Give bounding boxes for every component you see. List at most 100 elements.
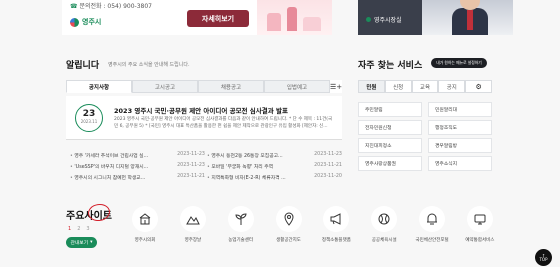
service-item[interactable]: 경우알림방 xyxy=(428,138,492,153)
city-info-card: ☎ 문의전화 : 054) 900-3807 영주시 자세히보기 xyxy=(62,0,332,35)
site-link[interactable]: 공공체육시설 xyxy=(364,206,404,243)
phone-info: ☎ 문의전화 : 054) 900-3807 xyxy=(70,1,152,10)
site-link[interactable]: 농업기술센터 xyxy=(221,206,261,243)
region-select-label: 관내보기 xyxy=(70,241,89,246)
services-title: 자주 찾는 서비스 xyxy=(358,61,423,71)
list-item-title: 영주시의 시그니처 참예헌 학생교... xyxy=(70,174,145,185)
building-icon xyxy=(132,206,158,232)
more-details-button[interactable]: 자세히보기 xyxy=(187,10,249,27)
tab-announcements[interactable]: 고시공고 xyxy=(132,80,198,93)
list-item-title: 지역특화형 비자(E-2-R) 체류자격 ... xyxy=(207,174,285,185)
list-item-date: 2023-11-21 xyxy=(314,163,342,168)
featured-year-month: 2023.11 xyxy=(80,119,98,124)
featured-title[interactable]: 2023 영주시 국민·공무원 제안 아이디어 공모전 심사결과 발표 xyxy=(114,105,288,115)
site-label: 영주시의회 xyxy=(134,238,156,243)
phone-label: 문의전화 : 054) 900-3807 xyxy=(79,3,152,10)
gear-icon: ⚙ xyxy=(475,82,482,91)
list-item-title: 영주시 동천2동 26통장 모집공고... xyxy=(207,152,282,163)
region-select-button[interactable]: 관내보기 ▾ xyxy=(66,237,97,248)
service-item[interactable]: 영주소식지 xyxy=(428,156,492,171)
tab-civil[interactable]: 민원 xyxy=(358,80,385,93)
megaphone-icon xyxy=(323,206,350,232)
list-item[interactable]: 영주 '카세라 추석이브 건립사업 실... 2023-11-23 xyxy=(70,152,205,163)
mountain-icon xyxy=(179,206,206,232)
featured-notice[interactable]: 23 2023.11 2023 영주시 국민·공무원 제안 아이디어 공모전 심… xyxy=(66,96,342,140)
notice-tabs: 공지사항 고시공고 채용공고 입법예고 ☰+ xyxy=(66,80,342,93)
site-label: 예약통합서비스 xyxy=(465,238,495,243)
service-item[interactable]: 전자민원신청 xyxy=(358,120,422,135)
list-item[interactable]: 영주시의 시그니처 참예헌 학생교... 2023-11-21 xyxy=(70,174,205,185)
list-item-date: 2023-11-20 xyxy=(314,174,342,179)
site-label: 국민체산안전포털 xyxy=(415,238,449,243)
mayor-panel: 영주시장실 xyxy=(358,0,422,35)
top-label: TOP xyxy=(539,256,548,262)
tab-recruitment[interactable]: 채용공고 xyxy=(198,80,264,93)
city-emblem-icon xyxy=(70,17,79,27)
site-label: 생활공간지도 xyxy=(276,238,301,243)
site-link[interactable]: 정책소통플랫폼 xyxy=(316,206,356,243)
list-item[interactable]: 'UseSSP'의 바우처 디지털 양재시... 2023-11-23 xyxy=(70,163,205,174)
list-item-date: 2023-11-23 xyxy=(177,152,205,157)
list-item[interactable]: 모바일 '무궁화 녹향' 처리 주역 2023-11-21 xyxy=(207,163,342,174)
sprout-icon xyxy=(227,206,254,232)
site-link[interactable]: 영주시의회 xyxy=(125,206,165,243)
customize-menu-button[interactable]: 내가 원하는 메뉴로 설정하기 xyxy=(431,58,487,68)
more-list-icon[interactable]: ☰+ xyxy=(330,80,342,93)
main-site-list: 영주시의회 영주장날 농업기술센터 생활공간지도 정책소통플랫폼 공공체육시설 xyxy=(125,206,500,243)
site-pager: 1 2 3 xyxy=(68,226,90,232)
list-item[interactable]: 영주시 동천2동 26통장 모집공고... 2023-11-23 xyxy=(207,152,342,163)
list-item-title: 모바일 '무궁화 녹향' 처리 주역 xyxy=(207,163,273,174)
scroll-top-button[interactable]: ↑ TOP xyxy=(535,249,552,266)
list-item-title: 'UseSSP'의 바우처 디지털 양재시... xyxy=(70,163,148,174)
site-link[interactable]: 생활공간지도 xyxy=(269,206,309,243)
tab-education[interactable]: 교육 xyxy=(411,80,439,93)
pager-3[interactable]: 3 xyxy=(86,226,89,232)
settings-tab[interactable]: ⚙ xyxy=(465,80,492,93)
featured-day: 23 xyxy=(82,109,96,119)
service-item[interactable]: 행정조직도 xyxy=(428,120,492,135)
mayor-photo xyxy=(422,0,513,35)
list-item-date: 2023-11-23 xyxy=(314,152,342,157)
mayor-office-link[interactable]: 영주시장실 xyxy=(366,15,402,24)
notices-title: 알립니다 xyxy=(66,61,100,71)
featured-date: 23 2023.11 xyxy=(75,104,103,132)
site-label: 공공체육시설 xyxy=(371,238,397,243)
mayor-office-label: 영주시장실 xyxy=(374,17,402,24)
tab-notices[interactable]: 공지사항 xyxy=(66,80,132,93)
list-item-title: 영주 '카세라 추석이브 건립사업 실... xyxy=(70,152,148,163)
site-link[interactable]: 영주장날 xyxy=(173,206,213,243)
site-label: 영주장날 xyxy=(184,238,202,243)
service-item[interactable]: 지진대피정소 xyxy=(358,138,422,153)
pager-1[interactable]: 1 xyxy=(68,226,71,232)
tab-legislation[interactable]: 입법예고 xyxy=(264,80,330,93)
service-item[interactable]: 민원알리대 xyxy=(428,102,492,117)
banner-illustration xyxy=(257,0,332,35)
list-item-date: 2023-11-23 xyxy=(177,163,205,168)
featured-body: 2023 영주시 국민·공무원 제안 아이디어 공모전 심사결과를 다음과 같이… xyxy=(114,117,333,129)
site-label: 농업기술센터 xyxy=(228,238,254,243)
service-item[interactable]: 영주사랑상품권 xyxy=(358,156,422,171)
notices-subtitle: 영주시의 주요 소식을 안내해 드립니다. xyxy=(108,62,190,68)
site-link[interactable]: 예약통합서비스 xyxy=(460,206,500,243)
pager-2[interactable]: 2 xyxy=(77,226,80,232)
mayor-card: 영주시장실 xyxy=(358,0,513,35)
map-pin-icon xyxy=(275,206,302,232)
monitor-icon xyxy=(466,206,493,232)
service-item[interactable]: 주민알림 xyxy=(358,102,422,117)
tab-notice[interactable]: 공지 xyxy=(438,80,466,93)
site-link[interactable]: 국민체산안전포털 xyxy=(412,206,452,243)
service-grid: 주민알림 민원알리대 전자민원신청 행정조직도 지진대피정소 경우알림방 영주사… xyxy=(358,102,492,171)
ball-icon xyxy=(371,206,398,232)
notice-list-left: 영주 '카세라 추석이브 건립사업 실... 2023-11-23 'UseSS… xyxy=(70,152,205,185)
service-tabs: 민원 신청 교육 공지 ⚙ xyxy=(358,80,492,93)
chevron-down-icon: ▾ xyxy=(90,240,93,245)
city-name: 영주시 xyxy=(82,18,102,26)
bullet-icon xyxy=(366,17,371,22)
bell-icon xyxy=(419,206,446,232)
phone-icon: ☎ xyxy=(70,3,78,10)
list-item-date: 2023-11-21 xyxy=(177,174,205,179)
city-logo: 영주시 xyxy=(70,17,101,27)
tab-apply[interactable]: 신청 xyxy=(384,80,412,93)
notice-list-right: 영주시 동천2동 26통장 모집공고... 2023-11-23 모바일 '무궁… xyxy=(207,152,342,185)
list-item[interactable]: 지역특화형 비자(E-2-R) 체류자격 ... 2023-11-20 xyxy=(207,174,342,185)
